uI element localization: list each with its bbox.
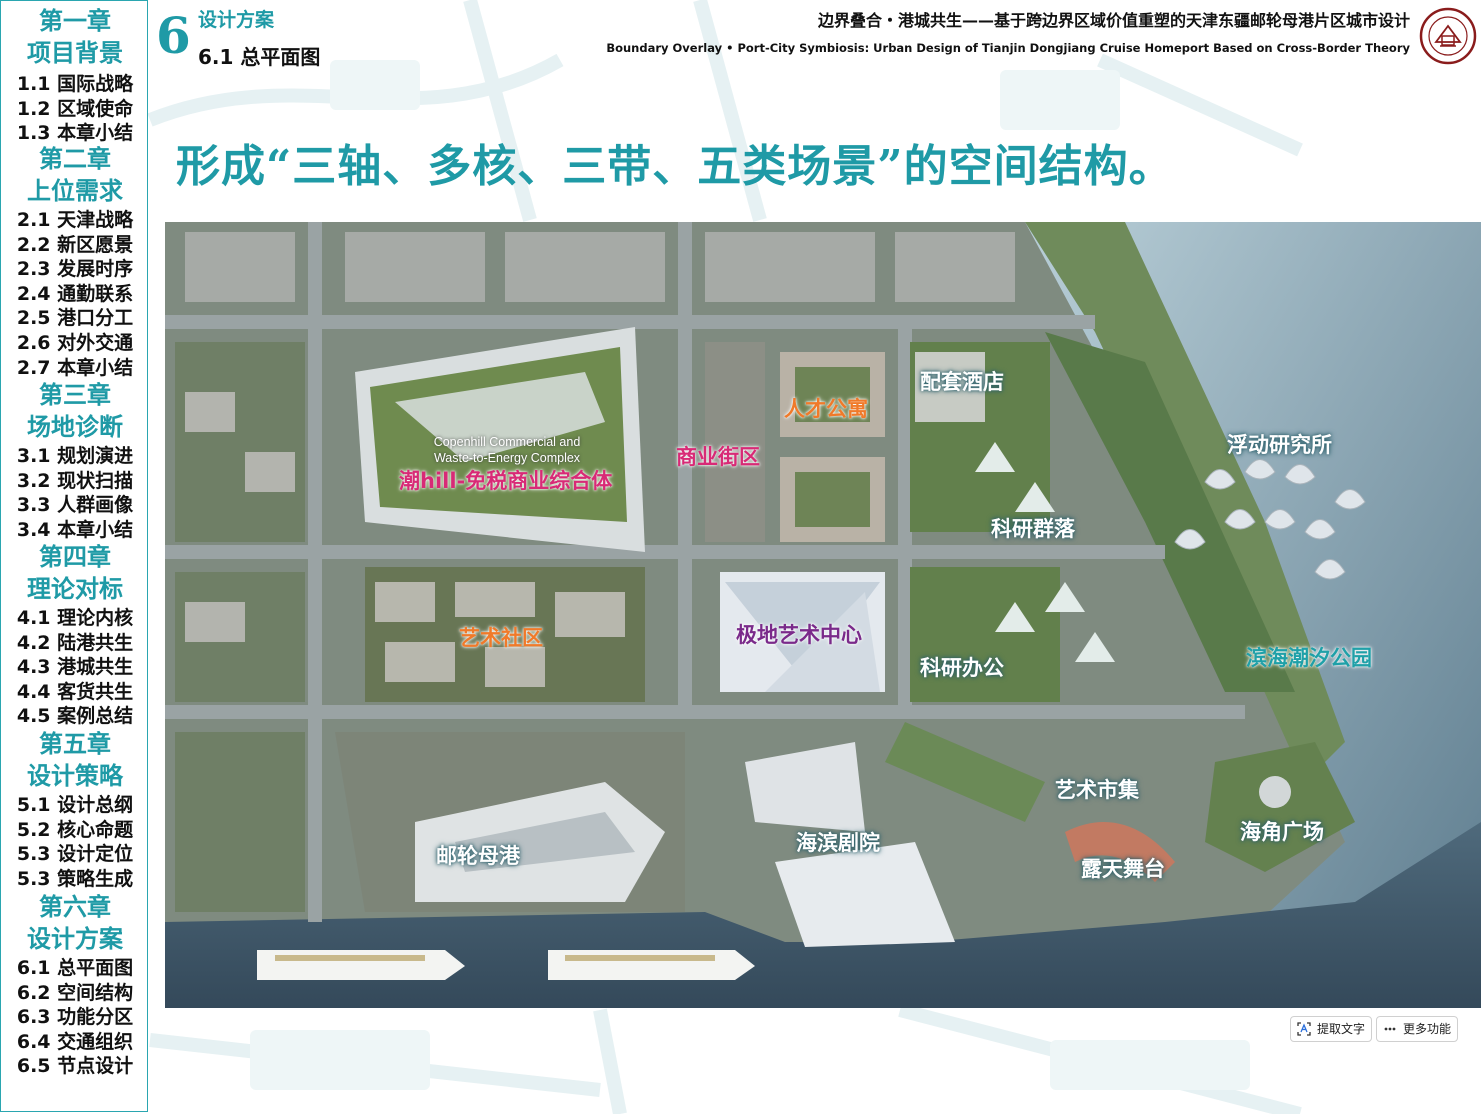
project-title-en: Boundary Overlay • Port-City Symbiosis: … — [606, 41, 1410, 55]
label-theater: 海滨剧院 — [796, 831, 880, 855]
label-polar-art-center: 极地艺术中心 — [736, 623, 862, 647]
section-title: 设计方案 — [198, 9, 275, 31]
extract-text-button[interactable]: 提取文字 — [1290, 1016, 1373, 1042]
label-tidal-park: 滨海潮汐公园 — [1246, 646, 1372, 670]
label-research-cluster: 科研群落 — [991, 517, 1075, 541]
more-dots-icon — [1384, 1027, 1396, 1031]
slide-page: 第一章项目背景 1.1 国际战略 1.2 区域使命 1.3 本章小结 第二章上位需求 2.… — [0, 0, 1482, 1114]
chapter-name[interactable]: 理论对标 — [1, 575, 149, 603]
sidebar-section-link[interactable]: 1.1 国际战略 — [1, 73, 149, 95]
sidebar-section-link[interactable]: 3.4 本章小结 — [1, 519, 149, 541]
sidebar-section-link[interactable]: 6.2 空间结构 — [1, 982, 149, 1004]
label-cape-plaza: 海角广场 — [1240, 820, 1324, 844]
sidebar-section-link[interactable]: 6.4 交通组织 — [1, 1031, 149, 1053]
chapter-heading[interactable]: 第一章 — [1, 7, 149, 35]
sidebar-section-link[interactable]: 5.2 核心命题 — [1, 819, 149, 841]
label-cruise-port: 邮轮母港 — [436, 844, 520, 868]
sidebar-section-link[interactable]: 3.2 现状扫描 — [1, 470, 149, 492]
sidebar-section-link[interactable]: 4.5 案例总结 — [1, 705, 149, 727]
copenhill-english-label: Copenhill Commercial and Waste-to-Energy… — [419, 434, 595, 466]
sidebar-section-link[interactable]: 2.6 对外交通 — [1, 332, 149, 354]
chapter-heading[interactable]: 第二章 — [1, 145, 149, 173]
sidebar-section-link[interactable]: 4.1 理论内核 — [1, 607, 149, 629]
master-plan-image — [165, 222, 1481, 1008]
chapter-name[interactable]: 设计方案 — [1, 925, 149, 953]
chapter-name[interactable]: 设计策略 — [1, 762, 149, 790]
label-talent-apartment: 人才公寓 — [784, 397, 868, 421]
university-seal-logo — [1419, 7, 1477, 65]
section-number: 6 — [156, 6, 191, 65]
sidebar-section-link[interactable]: 1.2 区域使命 — [1, 98, 149, 120]
label-open-stage: 露天舞台 — [1081, 857, 1165, 881]
master-plan-rendering: Copenhill Commercial and Waste-to-Energy… — [165, 222, 1481, 1008]
sidebar-section-link[interactable]: 6.1 总平面图 — [1, 957, 149, 979]
sidebar-section-link[interactable]: 1.3 本章小结 — [1, 122, 149, 144]
more-functions-button[interactable]: 更多功能 — [1376, 1016, 1459, 1042]
sidebar-section-link[interactable]: 5.1 设计总纲 — [1, 794, 149, 816]
sidebar-section-link[interactable]: 3.1 规划演进 — [1, 445, 149, 467]
label-art-market: 艺术市集 — [1055, 778, 1139, 802]
copenhill-english-line-1: Copenhill Commercial and — [433, 435, 581, 449]
sidebar-section-link[interactable]: 4.4 客货共生 — [1, 681, 149, 703]
label-art-community: 艺术社区 — [459, 626, 543, 650]
sidebar-section-link[interactable]: 2.5 港口分工 — [1, 307, 149, 329]
sidebar-section-link[interactable]: 5.3 设计定位 — [1, 843, 149, 865]
label-commercial-street: 商业街区 — [676, 445, 760, 469]
label-floating-lab: 浮动研究所 — [1227, 433, 1332, 457]
sidebar-section-link[interactable]: 2.1 天津战略 — [1, 209, 149, 231]
sidebar-section-link[interactable]: 2.2 新区愿景 — [1, 234, 149, 256]
chapter-heading[interactable]: 第三章 — [1, 381, 149, 409]
chapter-heading[interactable]: 第五章 — [1, 730, 149, 758]
chapter-heading[interactable]: 第六章 — [1, 893, 149, 921]
project-title-cn: 边界叠合・港城共生——基于跨边界区域价值重塑的天津东疆邮轮母港片区城市设计 — [817, 11, 1410, 30]
chapter-heading[interactable]: 第四章 — [1, 543, 149, 571]
page-subtitle: 6.1 总平面图 — [198, 45, 321, 69]
label-hotel: 配套酒店 — [920, 370, 1004, 394]
sidebar-section-link[interactable]: 5.3 策略生成 — [1, 868, 149, 890]
sidebar-section-link[interactable]: 4.2 陆港共生 — [1, 632, 149, 654]
slide-headline: 形成“三轴、多核、三带、五类场景”的空间结构。 — [176, 141, 1174, 192]
sidebar-section-link[interactable]: 3.3 人群画像 — [1, 494, 149, 516]
sidebar-section-link[interactable]: 6.3 功能分区 — [1, 1006, 149, 1028]
sidebar-section-link[interactable]: 2.4 通勤联系 — [1, 283, 149, 305]
sidebar-section-link[interactable]: 2.7 本章小结 — [1, 357, 149, 379]
chapter-name[interactable]: 场地诊断 — [1, 413, 149, 441]
text-recognition-icon — [1297, 1022, 1311, 1036]
sidebar-section-link[interactable]: 6.5 节点设计 — [1, 1055, 149, 1077]
extract-text-label: 提取文字 — [1317, 1022, 1366, 1036]
more-functions-label: 更多功能 — [1403, 1022, 1452, 1036]
label-copenhill: 潮hill-免税商业综合体 — [399, 469, 613, 493]
chapter-name[interactable]: 项目背景 — [1, 39, 149, 67]
copenhill-english-line-2: Waste-to-Energy Complex — [433, 451, 581, 465]
chapter-sidebar: 第一章项目背景 1.1 国际战略 1.2 区域使命 1.3 本章小结 第二章上位需求 2.… — [0, 0, 148, 1112]
label-research-office: 科研办公 — [920, 656, 1004, 680]
sidebar-section-link[interactable]: 2.3 发展时序 — [1, 258, 149, 280]
chapter-name[interactable]: 上位需求 — [1, 177, 149, 205]
sidebar-section-link[interactable]: 4.3 港城共生 — [1, 656, 149, 678]
